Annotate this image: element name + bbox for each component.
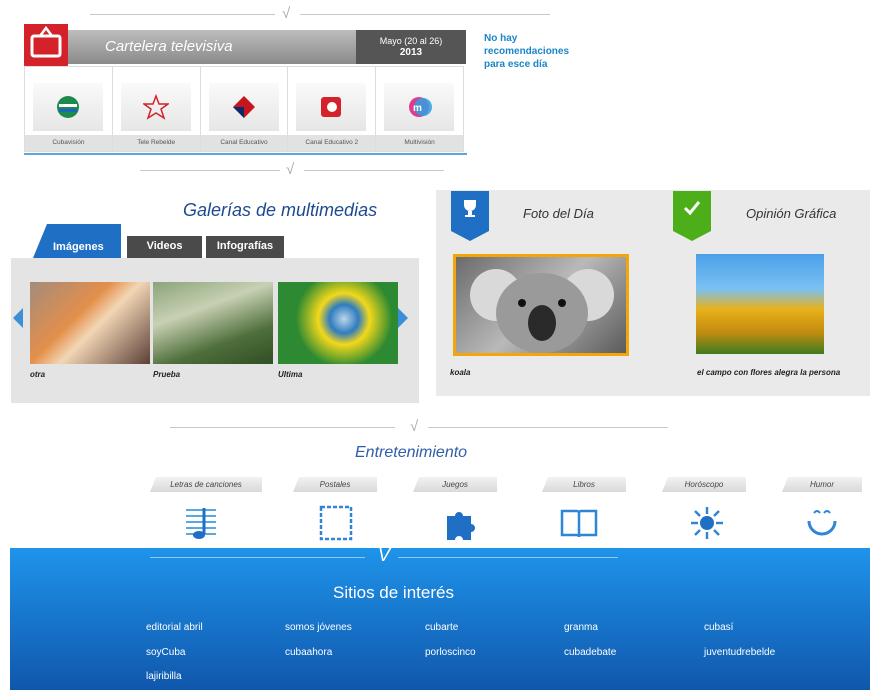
foto-caption[interactable]: koala [450, 368, 600, 377]
tv-title: Cartelera televisiva [105, 38, 233, 55]
channel-name: Cubavisión [25, 135, 112, 151]
gallery-title: Galerías de multimedias [183, 200, 378, 220]
divider-3: √ [170, 418, 670, 435]
tv-date-box[interactable]: Mayo (20 al 26) 2013 [356, 30, 466, 64]
channel-name: Multivisión [376, 135, 463, 151]
red-square-logo-icon [296, 83, 367, 131]
ent-tab-letras[interactable]: Letras de canciones [150, 477, 262, 492]
site-link-somos-jovenes[interactable]: somos jóvenes [285, 622, 352, 633]
svg-text:m: m [413, 103, 422, 114]
no-recs-line2: recomendaciones [484, 46, 570, 57]
channel-list: Cubavisión Tele Rebelde Canal Educativo … [24, 66, 464, 152]
puzzle-icon[interactable] [443, 503, 479, 543]
tv-bottom-line [24, 153, 467, 155]
music-note-icon[interactable] [183, 503, 219, 543]
channel-item-tele-rebelde[interactable]: Tele Rebelde [112, 67, 201, 151]
ent-tab-humor[interactable]: Humor [782, 477, 862, 492]
gallery-thumb-1[interactable] [30, 282, 150, 364]
tab-videos[interactable]: Videos [127, 236, 202, 258]
star-logo-icon [120, 83, 191, 131]
foto-title: Foto del Día [523, 206, 594, 221]
mv-logo-icon: m [384, 83, 455, 131]
entretenimiento-title: Entretenimiento [355, 444, 468, 461]
channel-item-multivision[interactable]: m Multivisión [376, 67, 463, 151]
tv-icon [30, 25, 62, 58]
gallery-next-arrow-icon[interactable] [398, 308, 408, 328]
site-link-cubadebate[interactable]: cubadebate [564, 647, 616, 658]
smiley-icon[interactable] [804, 503, 840, 543]
channel-name: Canal Educativo [200, 135, 288, 151]
gallery-caption[interactable]: Prueba [153, 370, 180, 379]
channel-name: Tele Rebelde [112, 135, 200, 151]
page: √ Cartelera televisiva Mayo (20 al 26) 2… [0, 0, 870, 690]
channel-item-cubavision[interactable]: Cubavisión [25, 67, 113, 151]
sun-icon[interactable] [689, 503, 725, 543]
site-link-cubarte[interactable]: cubarte [425, 622, 458, 633]
gallery-thumb-3[interactable] [278, 282, 398, 364]
tv-year: 2013 [399, 47, 423, 58]
site-link-cubasi[interactable]: cubasí [704, 622, 733, 633]
tab-infografias[interactable]: Infografías [206, 236, 284, 258]
site-link-cubaahora[interactable]: cubaahora [285, 647, 332, 658]
ent-tab-juegos[interactable]: Juegos [413, 477, 497, 492]
channel-item-canal-educativo-2[interactable]: Canal Educativo 2 [288, 67, 377, 151]
trophy-icon [464, 200, 476, 217]
check-icon [683, 201, 701, 216]
divider-top: √ [90, 5, 550, 22]
divider-sitios: V [150, 545, 620, 565]
ent-tab-postales[interactable]: Postales [293, 477, 377, 492]
opinion-badge [673, 191, 711, 241]
ent-tab-horoscopo[interactable]: Horóscopo [662, 477, 746, 492]
sitios-title: Sitios de interés [333, 583, 454, 602]
tv-date-range: Mayo (20 al 26) [379, 36, 443, 46]
ent-tab-libros[interactable]: Libros [542, 477, 626, 492]
site-link-editorial-abril[interactable]: editorial abril [146, 622, 203, 633]
opinion-caption[interactable]: el campo con flores alegra la persona [697, 368, 870, 377]
site-link-juventudrebelde[interactable]: juventudrebelde [704, 647, 775, 658]
foto-badge [451, 191, 489, 241]
foto-image[interactable] [453, 254, 629, 356]
gallery-prev-arrow-icon[interactable] [13, 308, 23, 328]
site-link-granma[interactable]: granma [564, 622, 598, 633]
gallery-caption[interactable]: otra [30, 370, 45, 379]
site-link-porloscinco[interactable]: porloscinco [425, 647, 476, 658]
tab-imagenes[interactable]: Imágenes [33, 224, 121, 258]
gallery-thumb-2[interactable] [153, 282, 273, 364]
cubavision-logo-icon [33, 83, 103, 131]
gallery-caption[interactable]: Ultima [278, 370, 302, 379]
site-link-soycuba[interactable]: soyCuba [146, 647, 185, 658]
divider-2: √ [90, 161, 550, 178]
site-link-lajiribilla[interactable]: lajiribilla [146, 671, 182, 682]
no-recs-line3: para esce día [484, 59, 548, 70]
channel-name: Canal Educativo 2 [288, 135, 376, 151]
no-recommendations-text: No hay recomendaciones para esce día [484, 32, 584, 71]
postcard-icon[interactable] [318, 503, 354, 543]
opinion-image[interactable] [696, 254, 824, 354]
sitios-panel [10, 548, 870, 690]
opinion-title: Opinión Gráfica [746, 206, 837, 221]
book-icon[interactable] [560, 503, 598, 543]
diamond-logo-icon [208, 83, 279, 131]
channel-item-canal-educativo[interactable]: Canal Educativo [200, 67, 289, 151]
no-recs-line1: No hay [484, 33, 518, 44]
